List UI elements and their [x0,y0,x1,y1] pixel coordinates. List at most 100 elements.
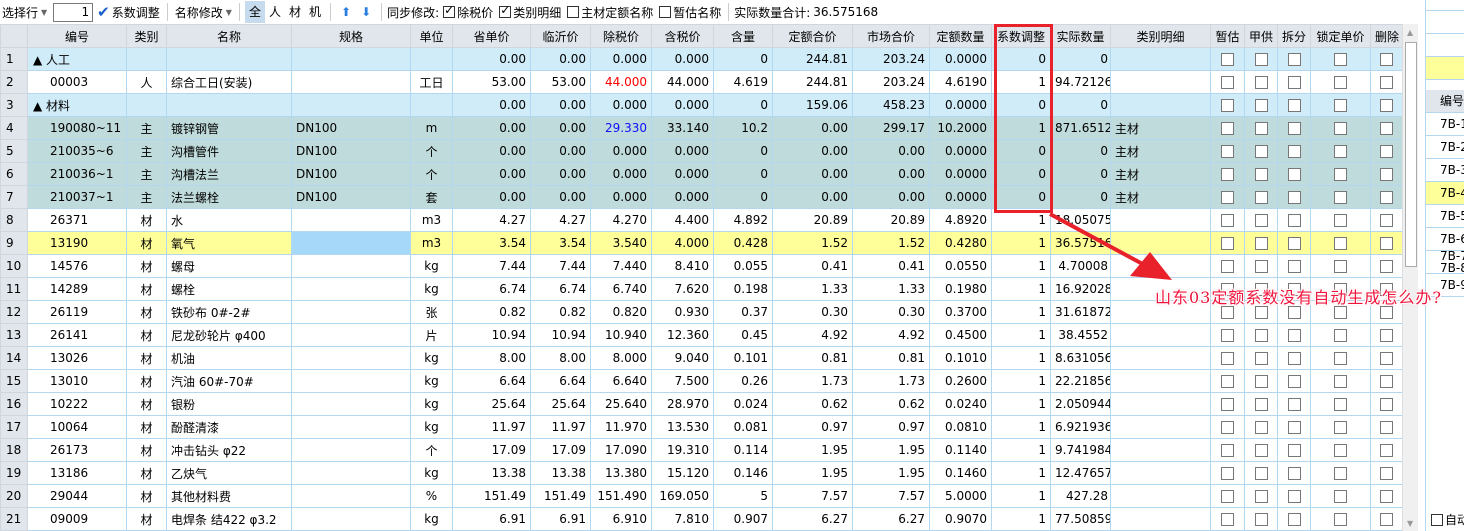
cell-linyi-price[interactable]: 6.91 [530,507,591,531]
cell-spec[interactable] [291,208,411,232]
cell-unit[interactable]: m3 [410,231,453,255]
cell-linyi-price[interactable]: 0.00 [530,185,591,209]
checkbox[interactable] [1380,53,1393,66]
checkbox-cell[interactable] [1277,93,1311,117]
column-header[interactable]: 编号 [27,24,127,48]
checkbox[interactable] [1254,421,1268,434]
cell-quota-total[interactable]: 4.92 [772,323,853,347]
cell-tax-incl-price[interactable]: 0.930 [651,300,714,324]
cell-market-total[interactable]: 1.73 [852,369,930,393]
checkbox[interactable] [1380,214,1393,227]
table-row[interactable]: 6 210036~1 主沟槽法兰 DN100 个 0.00 0.00 0.000 0.000 0 0… [0,162,1402,186]
cell-tax-excl-price[interactable]: 25.640 [590,392,652,416]
checkbox-cell[interactable] [1310,507,1371,531]
cell-market-total[interactable]: 0.41 [852,254,930,278]
checkbox[interactable] [1254,329,1268,342]
checkbox[interactable] [1221,421,1234,434]
checkbox-cell[interactable] [1277,346,1311,370]
cell-content[interactable]: 0.37 [713,300,773,324]
table-row[interactable]: 21 09009 材电焊条 结422 φ3.2 kg 6.91 6.91 6.910 7.81… [0,507,1402,531]
checkbox-cell[interactable] [1277,323,1311,347]
cell-name[interactable]: 铁砂布 0#-2# [166,300,292,324]
checkbox[interactable] [1380,398,1393,411]
cell-category-detail[interactable] [1110,484,1211,508]
checkbox-cell[interactable] [1370,369,1402,393]
cell-actual-qty[interactable]: 77.508592 [1050,507,1111,531]
cell-tax-incl-price[interactable]: 0.000 [651,47,714,71]
cell-quota-total[interactable]: 0.62 [772,392,853,416]
checkbox[interactable] [1287,490,1301,503]
checkbox-cell[interactable] [1370,70,1402,94]
cell-actual-qty[interactable]: 6.921936 [1050,415,1111,439]
cell-coef-adjust[interactable]: 1 [991,438,1051,462]
checkbox[interactable] [1221,237,1234,250]
cell-prov-price[interactable]: 6.64 [452,369,531,393]
cell-unit[interactable] [410,93,453,117]
checkbox-cell[interactable] [1310,162,1371,186]
cell-content[interactable]: 4.619 [713,70,773,94]
filter-machine[interactable]: 机 [305,1,325,23]
scroll-up-icon[interactable]: ▲ [1407,28,1413,37]
cell-quota-total[interactable]: 1.73 [772,369,853,393]
panel-item[interactable]: 7B-4 [1426,182,1464,205]
cell-name[interactable]: 螺母 [166,254,292,278]
cell-category-detail[interactable] [1110,415,1211,439]
cell-quota-qty[interactable]: 0.0000 [929,93,992,117]
cell-coef-adjust[interactable]: 1 [991,70,1051,94]
checkbox-cell[interactable] [1370,484,1402,508]
column-header[interactable]: 单位 [410,24,453,48]
column-header[interactable]: 临沂价 [530,24,591,48]
cell-unit[interactable]: % [410,484,453,508]
checkbox-cell[interactable] [1310,139,1371,163]
cell-quota-total[interactable]: 244.81 [772,47,853,71]
cell-market-total[interactable]: 0.62 [852,392,930,416]
auto-checkbox[interactable]: 自动 [1429,511,1464,528]
column-header[interactable]: 实际数量 [1050,24,1111,48]
cell-code[interactable]: 13186 [27,461,127,485]
cell-category-detail[interactable] [1110,507,1211,531]
column-header[interactable]: 含税价 [651,24,714,48]
cell-coef-adjust[interactable]: 1 [991,369,1051,393]
cell-quota-qty[interactable]: 0.4280 [929,231,992,255]
cell-code[interactable]: ▲ 人工 [27,47,127,71]
checkbox[interactable] [1254,237,1268,250]
cell-prov-price[interactable]: 3.54 [452,231,531,255]
cell-type[interactable]: 材 [126,438,167,462]
cell-tax-incl-price[interactable]: 4.000 [651,231,714,255]
checkbox[interactable] [1221,467,1234,480]
checkbox-cell[interactable] [1370,93,1402,117]
checkbox[interactable] [1221,444,1234,457]
cell-prov-price[interactable]: 17.09 [452,438,531,462]
cell-actual-qty[interactable]: 4.70008 [1050,254,1111,278]
cell-quota-total[interactable]: 0.00 [772,139,853,163]
cell-unit[interactable]: kg [410,369,453,393]
cell-unit[interactable]: 个 [410,438,453,462]
checkbox-cell[interactable] [1244,208,1278,232]
cell-tax-incl-price[interactable]: 169.050 [651,484,714,508]
cell-quota-total[interactable]: 0.30 [772,300,853,324]
checkbox-cell[interactable] [1277,438,1311,462]
cell-category-detail[interactable] [1110,254,1211,278]
cell-quota-qty[interactable]: 5.0000 [929,484,992,508]
sync-option-provisional-name[interactable]: 暂估名称 [655,4,723,21]
cell-type[interactable]: 材 [126,231,167,255]
checkbox-cell[interactable] [1370,47,1402,71]
cell-type[interactable]: 材 [126,323,167,347]
cell-tax-incl-price[interactable]: 33.140 [651,116,714,140]
cell-content[interactable]: 0.146 [713,461,773,485]
checkbox[interactable] [1380,191,1393,204]
checkbox[interactable] [1221,490,1234,503]
cell-code[interactable]: 26119 [27,300,127,324]
sync-option-tax-price[interactable]: 除税价 [439,3,495,21]
cell-spec[interactable] [291,70,411,94]
column-header[interactable]: 暂估 [1210,24,1245,48]
table-row[interactable]: 10 14576 材螺母 kg 7.44 7.44 7.440 8.410 0.055 0.41 0… [0,254,1402,278]
cell-name[interactable]: 乙炔气 [166,461,292,485]
cell-tax-incl-price[interactable]: 0.000 [651,185,714,209]
column-header[interactable]: 类别明细 [1110,24,1211,48]
column-header[interactable]: 省单价 [452,24,531,48]
cell-spec[interactable] [291,369,411,393]
cell-name[interactable] [166,47,292,71]
cell-actual-qty[interactable]: 0 [1050,139,1111,163]
checkbox-cell[interactable] [1277,369,1311,393]
